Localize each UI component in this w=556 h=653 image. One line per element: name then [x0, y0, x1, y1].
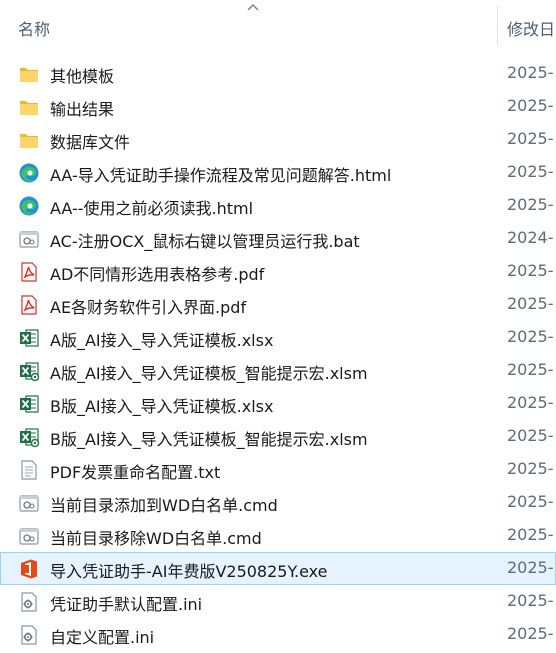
- file-name: PDF发票重命名配置.txt: [50, 463, 221, 482]
- file-name: AD不同情形选用表格参考.pdf: [50, 265, 265, 284]
- file-name: 其他模板: [50, 67, 115, 86]
- file-row[interactable]: B版_AI接入_导入凭证模板.xlsx 2025-: [0, 387, 556, 420]
- date-modified: 2025-: [507, 393, 554, 412]
- file-row[interactable]: 输出结果 2025-: [0, 90, 556, 123]
- config-file-icon: [18, 624, 40, 646]
- file-name: 导入凭证助手-AI年费版V250825Y.exe: [50, 562, 328, 581]
- folder-icon: [18, 96, 40, 118]
- file-name: AA--使用之前必须读我.html: [50, 199, 254, 218]
- sort-ascending-icon[interactable]: [246, 2, 260, 12]
- file-row[interactable]: A版_AI接入_导入凭证模板_智能提示宏.xlsm 2025-: [0, 354, 556, 387]
- date-modified: 2025-: [507, 129, 554, 148]
- date-modified: 2025-: [507, 459, 554, 478]
- edge-icon: [18, 162, 40, 184]
- excel-macro-icon: [18, 426, 40, 448]
- config-file-icon: [18, 591, 40, 613]
- file-row[interactable]: 凭证助手默认配置.ini 2025-: [0, 585, 556, 618]
- date-modified: 2024-: [507, 228, 554, 247]
- file-row[interactable]: AD不同情形选用表格参考.pdf 2025-: [0, 255, 556, 288]
- file-name: 当前目录添加到WD白名单.cmd: [50, 496, 278, 515]
- date-modified-column-header[interactable]: 修改日: [507, 16, 555, 40]
- file-row[interactable]: 其他模板 2025-: [0, 57, 556, 90]
- file-name: B版_AI接入_导入凭证模板_智能提示宏.xlsm: [50, 430, 368, 449]
- file-name: B版_AI接入_导入凭证模板.xlsx: [50, 397, 274, 416]
- file-row[interactable]: AC-注册OCX_鼠标右键以管理员运行我.bat 2024-: [0, 222, 556, 255]
- batch-file-icon: [18, 492, 40, 514]
- file-row[interactable]: B版_AI接入_导入凭证模板_智能提示宏.xlsm 2025-: [0, 420, 556, 453]
- excel-icon: [18, 393, 40, 415]
- pdf-icon: [18, 261, 40, 283]
- file-row[interactable]: PDF发票重命名配置.txt 2025-: [0, 453, 556, 486]
- date-modified: 2025-: [507, 492, 554, 511]
- file-row[interactable]: AE各财务软件引入界面.pdf 2025-: [0, 288, 556, 321]
- date-modified: 2025-: [507, 63, 554, 82]
- date-modified: 2025-: [507, 96, 554, 115]
- date-modified: 2025-: [507, 624, 554, 643]
- file-name: A版_AI接入_导入凭证模板.xlsx: [50, 331, 274, 350]
- file-row[interactable]: AA-导入凭证助手操作流程及常见问题解答.html 2025-: [0, 156, 556, 189]
- file-name: A版_AI接入_导入凭证模板_智能提示宏.xlsm: [50, 364, 368, 383]
- folder-icon: [18, 129, 40, 151]
- file-row[interactable]: AA--使用之前必须读我.html 2025-: [0, 189, 556, 222]
- excel-macro-icon: [18, 360, 40, 382]
- file-name: 凭证助手默认配置.ini: [50, 595, 203, 614]
- file-row[interactable]: 自定义配置.ini 2025-: [0, 618, 556, 651]
- column-header: 名称 修改日: [0, 0, 556, 52]
- date-modified: 2025-: [507, 558, 554, 577]
- office-app-icon: [18, 558, 40, 580]
- folder-icon: [18, 63, 40, 85]
- file-row[interactable]: 当前目录添加到WD白名单.cmd 2025-: [0, 486, 556, 519]
- file-name: AA-导入凭证助手操作流程及常见问题解答.html: [50, 166, 392, 185]
- file-name: 数据库文件: [50, 133, 131, 152]
- file-row[interactable]: 当前目录移除WD白名单.cmd 2025-: [0, 519, 556, 552]
- column-divider[interactable]: [497, 6, 498, 46]
- name-column-header[interactable]: 名称: [18, 16, 50, 40]
- text-file-icon: [18, 459, 40, 481]
- date-modified: 2025-: [507, 591, 554, 610]
- date-modified: 2025-: [507, 294, 554, 313]
- file-row[interactable]: 数据库文件 2025-: [0, 123, 556, 156]
- edge-icon: [18, 195, 40, 217]
- file-row[interactable]: A版_AI接入_导入凭证模板.xlsx 2025-: [0, 321, 556, 354]
- date-modified: 2025-: [507, 261, 554, 280]
- date-modified: 2025-: [507, 162, 554, 181]
- date-modified: 2025-: [507, 525, 554, 544]
- file-name: 输出结果: [50, 100, 115, 119]
- date-modified: 2025-: [507, 360, 554, 379]
- file-name: 自定义配置.ini: [50, 628, 155, 647]
- batch-file-icon: [18, 228, 40, 250]
- file-name: AC-注册OCX_鼠标右键以管理员运行我.bat: [50, 232, 360, 251]
- date-modified: 2025-: [507, 327, 554, 346]
- batch-file-icon: [18, 525, 40, 547]
- file-name: 当前目录移除WD白名单.cmd: [50, 529, 262, 548]
- file-row[interactable]: 导入凭证助手-AI年费版V250825Y.exe 2025-: [0, 552, 556, 585]
- pdf-icon: [18, 294, 40, 316]
- date-modified: 2025-: [507, 195, 554, 214]
- file-list: 其他模板 2025- 输出结果 2025- 数据库文件 2025- AA-导入凭证助手操作流…: [0, 57, 556, 651]
- excel-icon: [18, 327, 40, 349]
- date-modified: 2025-: [507, 426, 554, 445]
- file-name: AE各财务软件引入界面.pdf: [50, 298, 247, 317]
